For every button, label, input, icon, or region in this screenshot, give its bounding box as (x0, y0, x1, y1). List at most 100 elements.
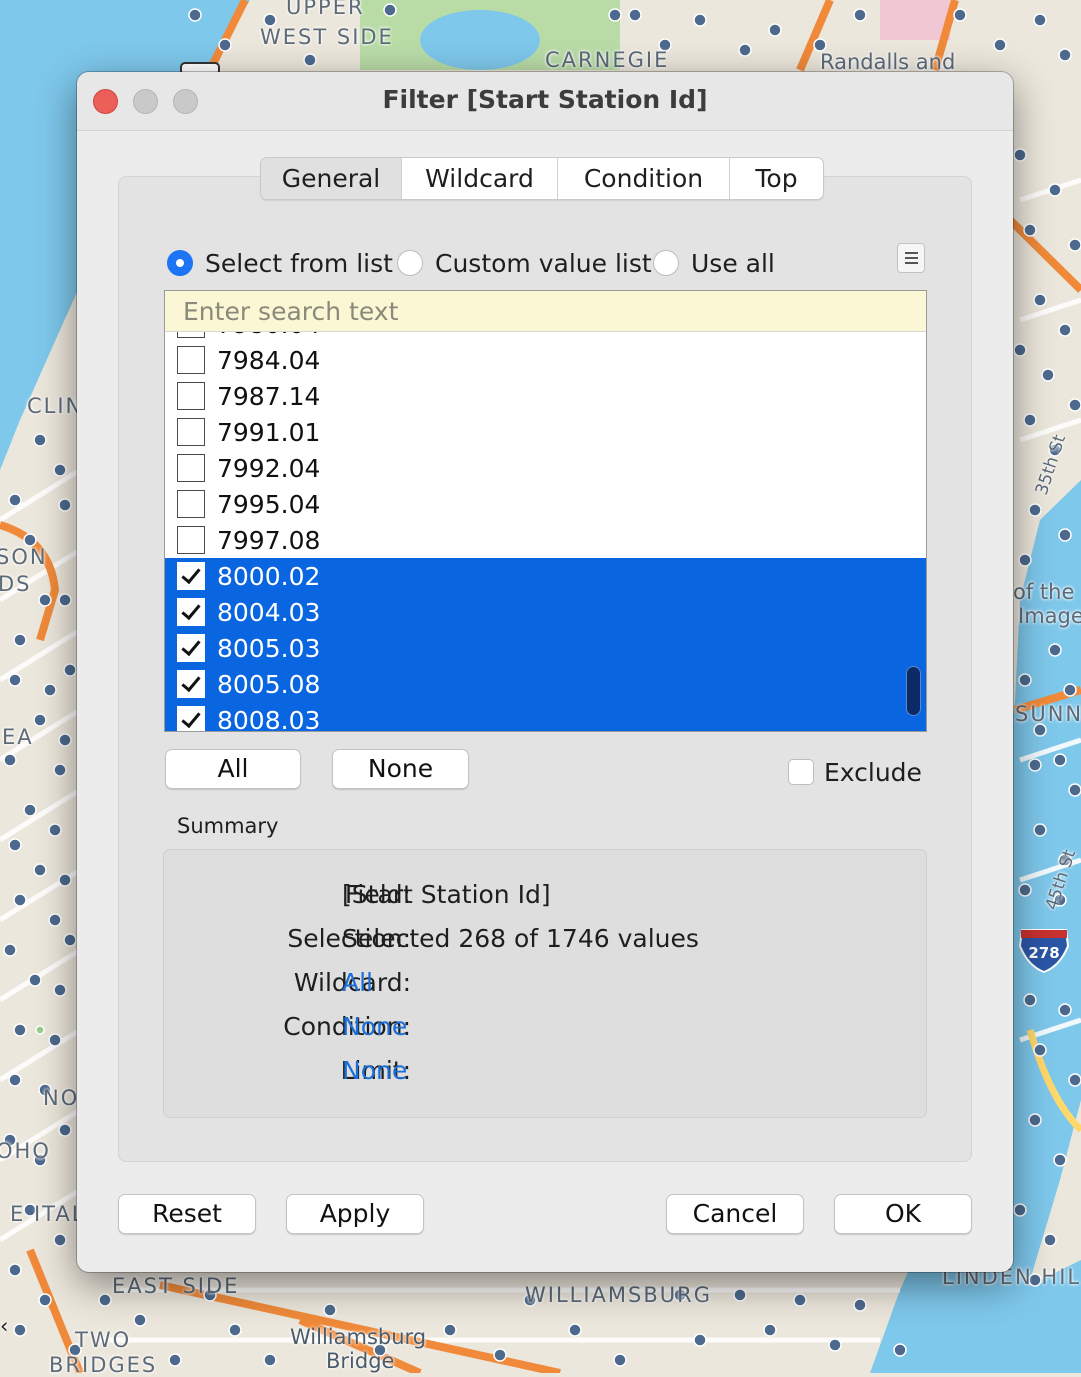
select-none-button[interactable]: None (332, 749, 469, 789)
radio-custom-value-list[interactable]: Custom value list (397, 248, 652, 278)
interstate-278-label: 278 (1028, 944, 1059, 962)
list-scrollbar-thumb[interactable] (906, 666, 921, 716)
search-input[interactable] (165, 291, 926, 332)
radio-custom-value-list-label: Custom value list (435, 248, 652, 278)
list-item-label: 7991.01 (217, 417, 321, 447)
list-item-label: 8000.02 (217, 561, 321, 591)
summary-condition-row: Condition: None (164, 1012, 928, 1048)
map-label-no: NO (43, 1086, 80, 1110)
summary-box: Field: [Start Station Id] Selection: Sel… (163, 849, 927, 1118)
map-label-east-side: EAST SIDE (112, 1274, 240, 1298)
list-item-label: 7980.04 (217, 332, 320, 339)
list-item-checkbox[interactable] (177, 526, 205, 554)
filter-dialog: Filter [Start Station Id] General Wildca… (77, 72, 1013, 1272)
map-label-carnegie: CARNEGIE (545, 48, 670, 72)
summary-condition-link[interactable]: None (342, 1012, 407, 1041)
list-item-checkbox[interactable] (177, 454, 205, 482)
list-item[interactable]: 8000.02 (165, 558, 926, 594)
radio-use-all-indicator[interactable] (653, 250, 679, 276)
list-item-label: 8005.03 (217, 633, 321, 663)
tab-top[interactable]: Top (729, 158, 823, 199)
tab-bar: General Wildcard Condition Top (260, 157, 824, 200)
summary-heading: Summary (177, 814, 279, 838)
list-item-label: 7992.04 (217, 453, 321, 483)
summary-field-row: Field: [Start Station Id] (164, 880, 928, 916)
map-label-e-ital: E ITAL (10, 1202, 86, 1226)
summary-limit-link[interactable]: None (342, 1056, 407, 1085)
hamburger-icon-line (905, 252, 918, 254)
list-item[interactable]: 8005.03 (165, 630, 926, 666)
list-item-checkbox[interactable] (177, 598, 205, 626)
radio-select-from-list[interactable]: Select from list (167, 248, 393, 278)
radio-select-from-list-label: Select from list (205, 248, 393, 278)
radio-select-from-list-indicator[interactable] (167, 250, 193, 276)
dialog-title: Filter [Start Station Id] (382, 85, 708, 114)
list-options-menu-button[interactable] (897, 243, 925, 273)
map-label-upper: UPPER (286, 0, 365, 19)
value-list: 7980.04 7984.04 7987.14 7991.01 7992.04 7995.… (164, 290, 927, 732)
summary-field-value: [Start Station Id] (342, 880, 551, 909)
list-item[interactable]: 7991.01 (165, 414, 926, 450)
list-item-label: 7984.04 (217, 345, 321, 375)
summary-wildcard-link[interactable]: All (342, 968, 373, 997)
title-bar: Filter [Start Station Id] (77, 72, 1013, 131)
map-label-ea: EA (2, 725, 34, 749)
list-item-checkbox[interactable] (177, 562, 205, 590)
summary-selection-value: Selected 268 of 1746 values (342, 924, 699, 953)
radio-custom-value-list-indicator[interactable] (397, 250, 423, 276)
list-item-label: 8005.08 (217, 669, 321, 699)
map-label-randalls: Randalls and (820, 50, 956, 74)
map-label-oho: OHO (0, 1139, 51, 1163)
list-item[interactable]: 7984.04 (165, 342, 926, 378)
map-label-bridges: BRIDGES (49, 1353, 158, 1377)
list-item[interactable]: 7995.04 (165, 486, 926, 522)
cancel-button[interactable]: Cancel (666, 1194, 804, 1234)
radio-use-all[interactable]: Use all (653, 248, 775, 278)
exclude-checkbox[interactable] (788, 759, 814, 785)
summary-limit-row: Limit: None (164, 1056, 928, 1092)
list-item-checkbox[interactable] (177, 670, 205, 698)
list-item[interactable]: 7980.04 (165, 332, 926, 342)
list-item[interactable]: 8004.03 (165, 594, 926, 630)
map-label-of-the: of the (1013, 580, 1075, 604)
list-item-checkbox[interactable] (177, 418, 205, 446)
map-label-williamsburg-bridge-1: Williamsburg (290, 1325, 427, 1349)
hamburger-icon-line (905, 262, 918, 264)
list-item-checkbox[interactable] (177, 706, 205, 731)
tab-general[interactable]: General (261, 158, 401, 199)
map-label-clin: CLIN (27, 394, 84, 418)
reset-button[interactable]: Reset (118, 1194, 256, 1234)
list-item[interactable]: 8005.08 (165, 666, 926, 702)
apply-button[interactable]: Apply (286, 1194, 424, 1234)
list-item-checkbox[interactable] (177, 382, 205, 410)
list-item-checkbox[interactable] (177, 490, 205, 518)
list-item-label: 8008.03 (217, 705, 321, 732)
radio-use-all-label: Use all (691, 248, 775, 278)
hamburger-icon-line (905, 257, 918, 259)
summary-selection-row: Selection: Selected 268 of 1746 values (164, 924, 928, 960)
tab-condition[interactable]: Condition (557, 158, 729, 199)
list-item-label: 8004.03 (217, 597, 321, 627)
list-item-checkbox[interactable] (177, 346, 205, 374)
list-item-checkbox[interactable] (177, 634, 205, 662)
map-label-son: SON (0, 545, 48, 569)
list-item-label: 7997.08 (217, 525, 321, 555)
map-label-williamsburg-bridge-2: Bridge (326, 1349, 395, 1373)
map-label-image: Image (1018, 604, 1081, 628)
list-item[interactable]: 7992.04 (165, 450, 926, 486)
list-item[interactable]: 7997.08 (165, 522, 926, 558)
exclude-option[interactable]: Exclude (788, 756, 922, 788)
map-label-ds: DS (0, 572, 32, 596)
list-item-checkbox[interactable] (177, 332, 205, 338)
list-item-label: 7995.04 (217, 489, 321, 519)
tab-wildcard[interactable]: Wildcard (401, 158, 557, 199)
map-label-west-side: WEST SIDE (260, 25, 394, 49)
map-label-two: TWO (75, 1328, 132, 1352)
map-back-chevron[interactable]: ‹ (0, 1314, 8, 1338)
list-item-label: 7987.14 (217, 381, 321, 411)
map-label-williamsburg: WILLIAMSBURG (525, 1283, 713, 1307)
ok-button[interactable]: OK (834, 1194, 972, 1234)
list-item[interactable]: 7987.14 (165, 378, 926, 414)
list-item[interactable]: 8008.03 (165, 702, 926, 731)
select-all-button[interactable]: All (165, 749, 301, 789)
